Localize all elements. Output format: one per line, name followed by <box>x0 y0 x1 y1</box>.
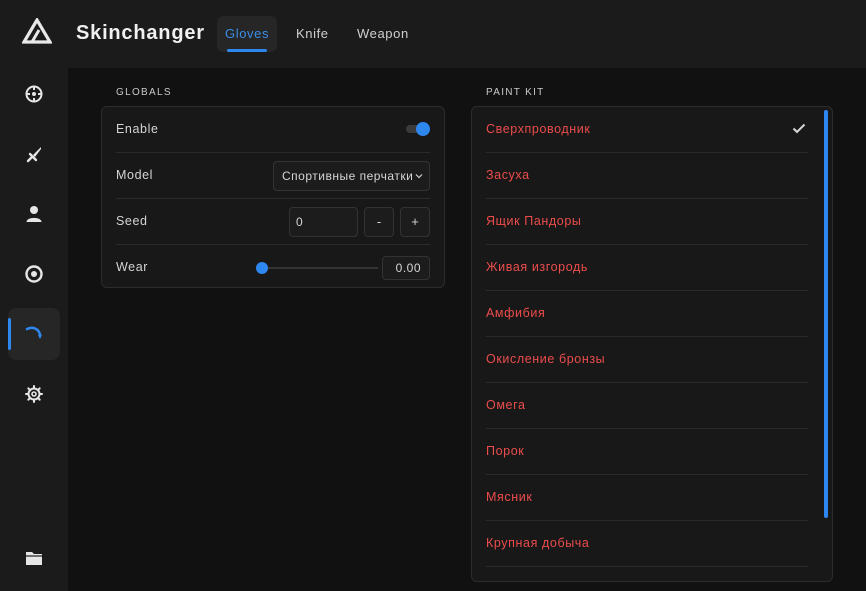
list-item[interactable]: Сверхпроводник <box>486 107 808 153</box>
slider-track <box>262 267 378 269</box>
seed-decrement-button[interactable]: - <box>364 207 394 237</box>
wear-slider[interactable] <box>256 259 378 277</box>
enable-label: Enable <box>116 122 159 136</box>
sword-icon <box>26 147 41 163</box>
seed-input[interactable]: 0 <box>289 207 358 237</box>
globals-panel: Enable Model Спортивные перчатки Seed 0 … <box>101 106 445 288</box>
paint-kit-name: Живая изгородь <box>486 260 589 274</box>
sidebar-item-knife[interactable] <box>8 128 60 180</box>
list-item[interactable]: Амфибия <box>486 291 808 337</box>
paint-kit-name: Окисление бронзы <box>486 352 606 366</box>
paint-kit-list[interactable]: Сверхпроводник Засуха Ящик Пандоры Живая из… <box>471 106 833 582</box>
list-item[interactable]: Мясник <box>486 475 808 521</box>
scrollbar-thumb[interactable] <box>824 110 828 518</box>
sidebar-item-settings[interactable] <box>8 368 60 420</box>
list-item[interactable]: Порок <box>486 429 808 475</box>
paint-kit-name: Амфибия <box>486 306 546 320</box>
main-content: GLOBALS Enable Model Спортивные перчатки… <box>68 68 866 591</box>
sidebar-item-visuals[interactable] <box>8 248 60 300</box>
list-item[interactable]: Засуха <box>486 153 808 199</box>
seed-row: Seed 0 - + <box>116 199 430 245</box>
paint-kit-name: Ящик Пандоры <box>486 214 582 228</box>
paint-kit-name: Засуха <box>486 168 530 182</box>
gear-icon <box>25 385 43 403</box>
checkmark-icon <box>792 123 806 134</box>
paint-kit-title: PAINT KIT <box>486 87 545 98</box>
paint-kit-name: Сверхпроводник <box>486 122 591 136</box>
paint-kit-name: Мясник <box>486 490 533 504</box>
paint-kit-name: Крупная добыча <box>486 536 590 550</box>
slider-handle[interactable] <box>256 262 268 274</box>
user-icon <box>26 206 42 222</box>
skin-brush-icon <box>25 326 42 339</box>
model-row: Model Спортивные перчатки <box>116 153 430 199</box>
top-bar: Skinchanger Gloves Knife Weapon <box>0 0 866 68</box>
seed-label: Seed <box>116 214 148 228</box>
sidebar <box>0 68 68 591</box>
model-select-value: Спортивные перчатки <box>282 169 414 183</box>
wear-label: Wear <box>116 260 149 274</box>
list-item[interactable]: Ящик Пандоры <box>486 199 808 245</box>
wear-value[interactable]: 0.00 <box>382 256 430 280</box>
list-item[interactable]: Окисление бронзы <box>486 337 808 383</box>
sidebar-item-aimbot[interactable] <box>8 68 60 120</box>
chevron-down-icon <box>415 174 423 179</box>
tab-knife[interactable]: Knife <box>288 16 337 52</box>
tab-weapon[interactable]: Weapon <box>349 16 417 52</box>
sidebar-item-skinchanger[interactable] <box>8 308 60 360</box>
eye-icon <box>25 265 43 283</box>
toggle-knob <box>416 122 430 136</box>
enable-row: Enable <box>116 107 430 153</box>
logo-icon <box>22 18 52 44</box>
seed-increment-button[interactable]: + <box>400 207 430 237</box>
paint-kit-name: Омега <box>486 398 526 412</box>
paint-kit-name: Порок <box>486 444 525 458</box>
sidebar-item-configs[interactable] <box>8 532 60 584</box>
enable-toggle[interactable] <box>404 121 430 137</box>
sidebar-item-players[interactable] <box>8 188 60 240</box>
list-item[interactable]: Омега <box>486 383 808 429</box>
list-item[interactable]: Живая изгородь <box>486 245 808 291</box>
wear-row: Wear 0.00 <box>116 245 430 291</box>
globals-title: GLOBALS <box>116 87 172 98</box>
model-select[interactable]: Спортивные перчатки <box>273 161 430 191</box>
scrollbar[interactable] <box>820 107 832 581</box>
crosshair-icon <box>25 85 43 103</box>
list-item[interactable]: Крупная добыча <box>486 521 808 567</box>
app-title: Skinchanger <box>76 22 205 44</box>
tab-gloves[interactable]: Gloves <box>217 16 278 52</box>
model-label: Model <box>116 168 154 182</box>
folder-icon <box>26 552 42 565</box>
